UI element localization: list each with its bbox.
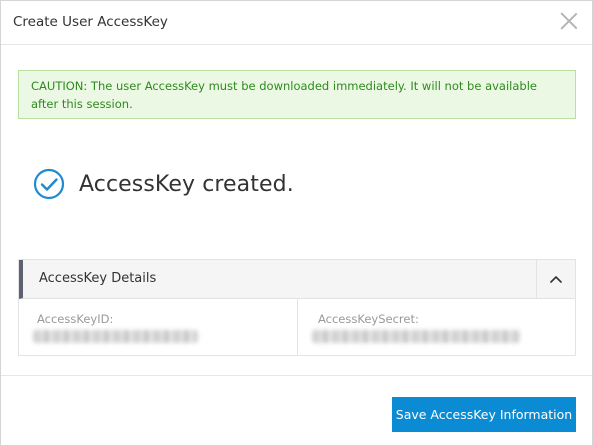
accesskey-id-label: AccessKeyID: xyxy=(37,312,114,326)
caution-text: CAUTION: The user AccessKey must be down… xyxy=(31,79,537,111)
success-message: AccessKey created. xyxy=(33,164,294,204)
accesskey-secret-label: AccessKeySecret: xyxy=(318,312,419,326)
accesskey-id-cell: AccessKeyID: xyxy=(19,299,298,356)
panel-title: AccessKey Details xyxy=(39,271,157,286)
chevron-up-icon xyxy=(550,276,562,283)
accesskey-id-value-redacted xyxy=(33,330,198,343)
panel-header: AccessKey Details xyxy=(19,260,575,299)
close-icon[interactable] xyxy=(560,12,578,30)
save-accesskey-button[interactable]: Save AccessKey Information xyxy=(392,397,576,432)
check-circle-icon xyxy=(33,168,65,200)
caution-alert: CAUTION: The user AccessKey must be down… xyxy=(18,70,576,119)
dialog-title: Create User AccessKey xyxy=(13,14,168,30)
accesskey-details-panel: AccessKey Details AccessKeyID: AccessKey… xyxy=(18,259,576,356)
collapse-button[interactable] xyxy=(536,260,575,298)
success-text: AccessKey created. xyxy=(79,171,294,197)
dialog-header: Create User AccessKey xyxy=(1,1,592,45)
dialog-footer: Save AccessKey Information xyxy=(1,375,592,446)
accesskey-secret-value-redacted xyxy=(312,330,520,343)
accesskey-secret-cell: AccessKeySecret: xyxy=(298,299,576,356)
create-accesskey-dialog: Create User AccessKey CAUTION: The user … xyxy=(0,0,593,446)
